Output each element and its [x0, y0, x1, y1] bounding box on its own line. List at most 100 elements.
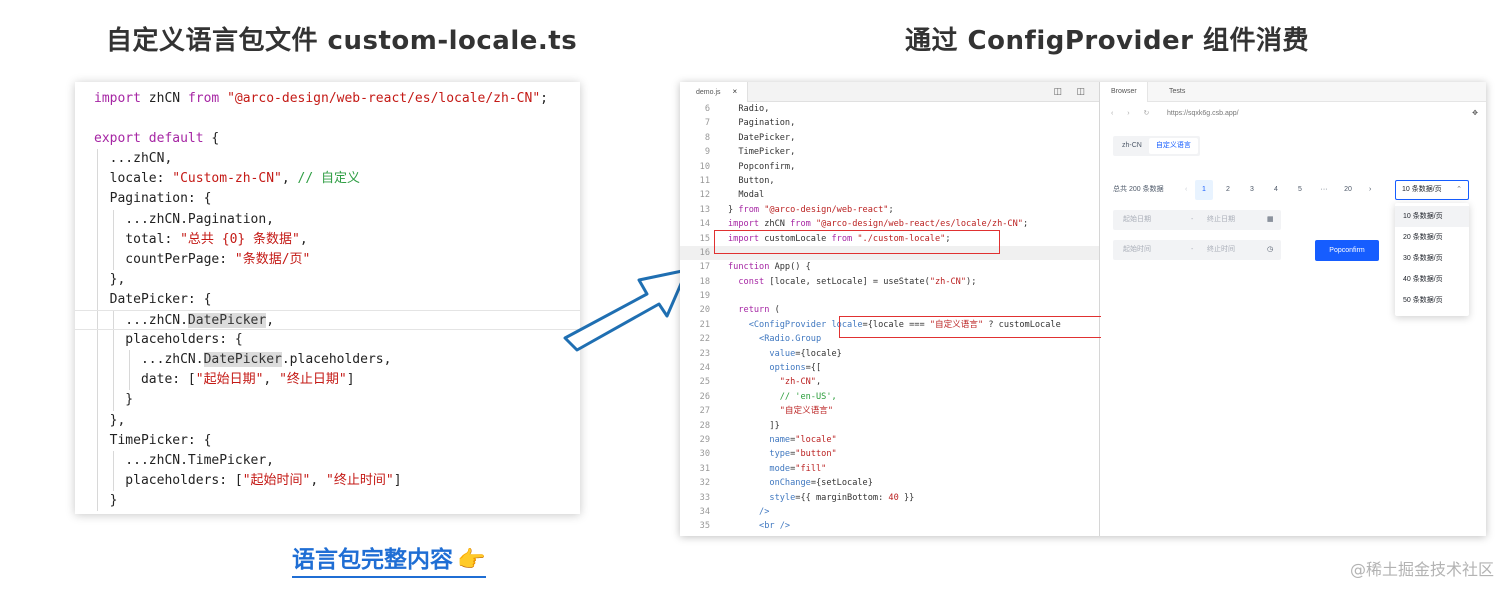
code-token: options — [769, 363, 806, 374]
code-token: from — [790, 219, 811, 230]
page-size-option[interactable]: 30 条数据/页 — [1395, 248, 1469, 269]
code-lines: import zhCN from "@arco-design/web-react… — [75, 89, 580, 511]
code-token: App() { — [769, 262, 811, 273]
code-token: default — [148, 131, 204, 147]
code-token: TimePicker: { — [94, 432, 212, 448]
code-token: "button" — [795, 449, 837, 460]
nav-arrows-icon[interactable]: ‹ › ↻ — [1111, 109, 1155, 117]
code-line: Pagination: { — [75, 189, 580, 210]
code-token: ...zhCN. — [94, 352, 204, 368]
code-token: total: — [94, 231, 181, 247]
code-token: Modal — [728, 190, 765, 201]
code-line-text: placeholders: { — [94, 330, 243, 350]
page-size-option[interactable]: 50 条数据/页 — [1395, 290, 1469, 311]
time-end-placeholder: 终止时间 — [1207, 246, 1235, 253]
next-page-icon[interactable]: › — [1369, 180, 1371, 200]
close-icon[interactable]: × — [733, 87, 738, 96]
page-1[interactable]: 1 — [1195, 180, 1213, 200]
code-token: "起始日期" — [195, 372, 264, 388]
code-token: function — [728, 262, 770, 273]
code-line-text: date: ["起始日期", "终止日期"] — [94, 370, 355, 390]
code-token: ={{ marginBottom: — [795, 492, 889, 503]
code-token: Radio, — [728, 104, 770, 114]
line-number: 33 — [699, 492, 710, 503]
date-range-picker[interactable]: 起始日期 - 终止日期 ▦ — [1113, 210, 1281, 230]
link-label: 语言包完整内容 — [292, 547, 453, 573]
code-token: <br /> — [759, 521, 791, 532]
code-token: ={locale} — [795, 348, 842, 359]
editor-line-text: <br /> — [728, 519, 790, 533]
editor-tab-demo[interactable]: demo.js × — [680, 82, 749, 102]
editor-line: 6 Radio, — [680, 102, 1099, 116]
code-token: , — [263, 372, 280, 388]
page-5[interactable]: 5 — [1291, 180, 1309, 200]
code-token: "fill" — [795, 463, 827, 474]
code-token: ] — [393, 472, 402, 488]
tab-browser[interactable]: Browser — [1101, 82, 1148, 102]
code-line-text: import zhCN from "@arco-design/web-react… — [94, 89, 548, 109]
heading-config-provider: 通过 ConfigProvider 组件消费 — [905, 26, 1310, 56]
drag-icon[interactable]: ✥ — [1472, 109, 1478, 117]
line-number: 12 — [699, 190, 710, 201]
code-token: ; — [888, 204, 894, 215]
line-number: 19 — [699, 291, 710, 302]
code-token: locale: — [94, 171, 173, 187]
tab-tests[interactable]: Tests — [1159, 82, 1195, 102]
date-start-placeholder: 起始日期 — [1123, 216, 1151, 223]
code-line: DatePicker: { — [75, 289, 580, 311]
time-range-picker[interactable]: 起始时间 - 终止时间 ◷ — [1113, 240, 1281, 260]
page-size-option[interactable]: 40 条数据/页 — [1395, 269, 1469, 290]
prev-page-icon[interactable]: ‹ — [1185, 180, 1187, 200]
editor-line: 12 Modal — [680, 188, 1099, 202]
page-3[interactable]: 3 — [1243, 180, 1261, 200]
code-line-text: DatePicker: { — [94, 290, 212, 310]
code-token: "总共 {0} 条数据" — [180, 231, 300, 247]
pagination-total: 总共 200 条数据 — [1113, 186, 1164, 193]
code-token: } — [94, 492, 118, 508]
code-token: ...zhCN. — [94, 313, 188, 329]
editor-line-text: TimePicker, — [728, 145, 795, 159]
page-size-option[interactable]: 20 条数据/页 — [1395, 227, 1469, 248]
code-token: DatePicker — [187, 313, 267, 329]
code-token: /> — [728, 506, 770, 517]
split-view-icon[interactable]: ◫ ◫ — [1053, 86, 1091, 97]
date-end-placeholder: 终止日期 — [1207, 216, 1235, 223]
code-token: countPerPage: — [94, 251, 235, 267]
heading-custom-locale-file: 自定义语言包文件 custom-locale.ts — [106, 26, 578, 56]
code-line-text: TimePicker: { — [94, 431, 212, 451]
page-2[interactable]: 2 — [1219, 180, 1237, 200]
editor-line: 35 <br /> — [680, 519, 1099, 533]
editor-line-text: ]} — [728, 419, 779, 433]
url-text[interactable]: https://sqxk6g.csb.app/ — [1167, 110, 1239, 117]
code-line-text: Pagination: { — [94, 189, 212, 209]
popconfirm-button[interactable]: Popconfirm — [1315, 240, 1379, 261]
code-token: import — [94, 91, 141, 106]
page-4[interactable]: 4 — [1267, 180, 1285, 200]
page-size-select[interactable]: 10 条数据/页 ⌃ — [1395, 180, 1469, 200]
code-line-text: } — [94, 491, 118, 511]
code-editor: demo.js × ◫ ◫ 6 Radio, 7 Pagination, 8 Date… — [680, 82, 1103, 536]
line-number: 27 — [699, 406, 710, 417]
locale-full-content-link[interactable]: 语言包完整内容 👉 — [292, 540, 486, 578]
code-token: "终止日期" — [279, 372, 347, 388]
code-token: Pagination, — [728, 118, 796, 129]
page-ellipsis[interactable]: ··· — [1315, 180, 1333, 200]
code-line: export default { — [75, 129, 580, 149]
page-size-option[interactable]: 10 条数据/页 — [1395, 206, 1469, 227]
code-line-text: ...zhCN.DatePicker.placeholders, — [94, 350, 391, 370]
page-20[interactable]: 20 — [1339, 180, 1357, 200]
radio-custom-locale[interactable]: 自定义语言 — [1148, 138, 1198, 154]
code-line: ...zhCN.DatePicker, — [75, 310, 580, 331]
code-token: , — [299, 231, 308, 247]
radio-zh-cn[interactable]: zh-CN — [1115, 138, 1149, 154]
page-size-dropdown: 10 条数据/页 20 条数据/页 30 条数据/页 40 条数据/页 50 条… — [1395, 203, 1469, 316]
code-token: DatePicker, — [728, 132, 796, 143]
code-token: placeholders: { — [94, 332, 243, 348]
editor-line: 7 Pagination, — [680, 116, 1099, 130]
editor-line-text: mode="fill" — [728, 462, 826, 476]
code-token: { — [203, 131, 220, 147]
highlight-locale-prop — [839, 316, 1103, 338]
line-number: 10 — [699, 161, 710, 172]
